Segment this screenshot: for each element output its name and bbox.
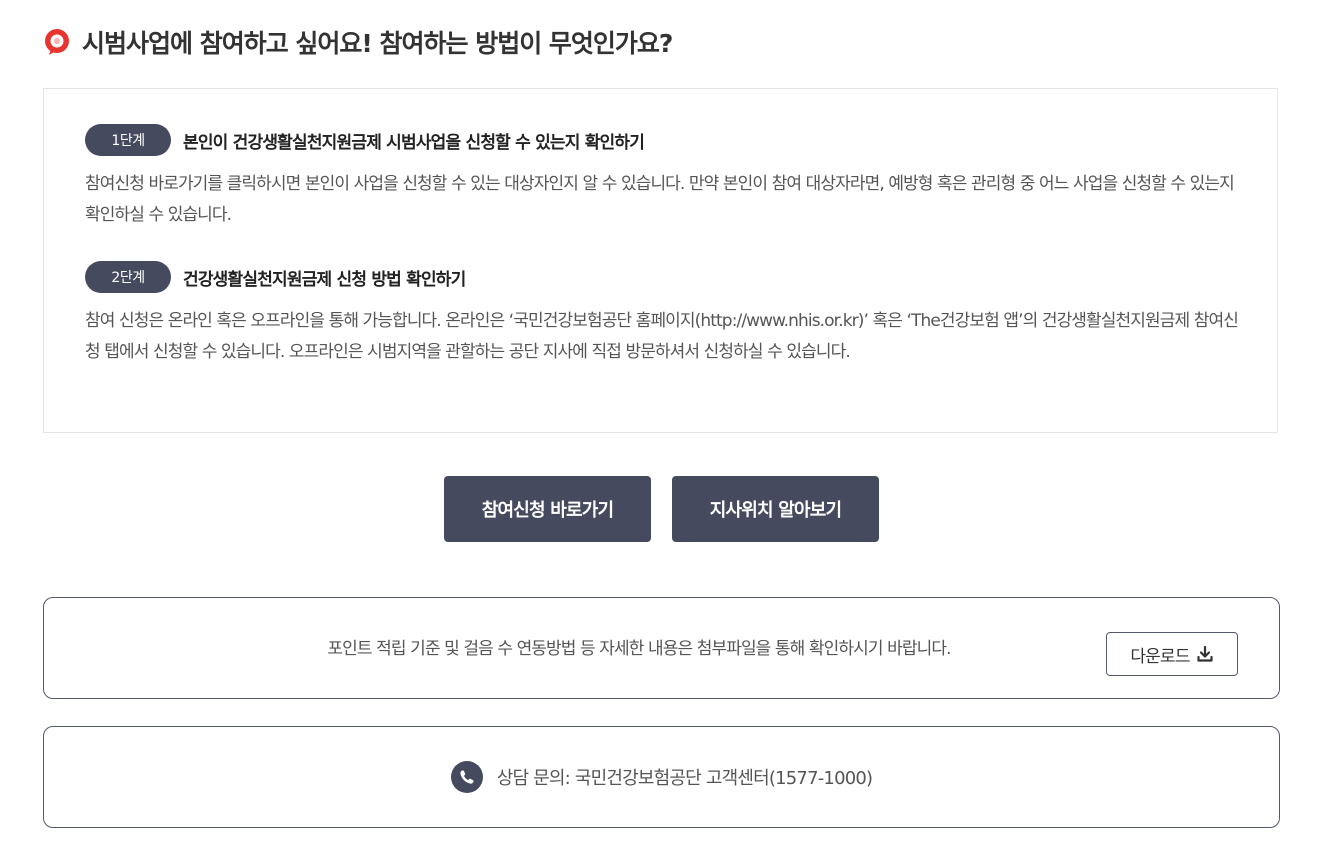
phone-icon (450, 761, 483, 793)
step-1: 1단계 본인이 건강생활실천지원금제 시범사업을 신청할 수 있는지 확인하기 … (85, 123, 1245, 231)
step-badge: 1단계 (85, 124, 171, 156)
speech-bubble-icon (45, 29, 69, 55)
download-label: 다운로드 (1130, 646, 1190, 667)
action-buttons: 참여신청 바로가기 지사위치 알아보기 (0, 476, 1319, 542)
step-description: 참여신청 바로가기를 클릭하시면 본인이 사업을 신청할 수 있는 대상자인지 … (85, 174, 1235, 225)
download-icon (1197, 645, 1213, 662)
step-badge: 2단계 (85, 261, 171, 293)
page-heading: 시범사업에 참여하고 싶어요! 참여하는 방법이 무엇인가요? (42, 24, 673, 60)
branch-location-button[interactable]: 지사위치 알아보기 (672, 476, 879, 542)
notice-text: 포인트 적립 기준 및 걸음 수 연동방법 등 자세한 내용은 첨부파일을 통해… (327, 639, 951, 659)
step-title: 본인이 건강생활실천지원금제 시범사업을 신청할 수 있는지 확인하기 (183, 132, 645, 153)
step-description: 참여 신청은 온라인 혹은 오프라인을 통해 가능합니다. 온라인은 ‘국민건강… (85, 311, 1239, 362)
step-2: 2단계 건강생활실천지원금제 신청 방법 확인하기 참여 신청은 온라인 혹은 … (85, 260, 1245, 368)
attachment-notice: 포인트 적립 기준 및 걸음 수 연동방법 등 자세한 내용은 첨부파일을 통해… (43, 597, 1280, 699)
contact-info: 상담 문의: 국민건강보험공단 고객센터(1577-1000) (43, 726, 1280, 828)
page-title: 시범사업에 참여하고 싶어요! 참여하는 방법이 무엇인가요? (82, 29, 673, 58)
apply-shortcut-button[interactable]: 참여신청 바로가기 (444, 476, 651, 542)
contact-text: 상담 문의: 국민건강보험공단 고객센터(1577-1000) (496, 768, 873, 789)
download-button[interactable]: 다운로드 (1106, 632, 1238, 676)
step-title: 건강생활실천지원금제 신청 방법 확인하기 (183, 269, 466, 290)
steps-panel: 1단계 본인이 건강생활실천지원금제 시범사업을 신청할 수 있는지 확인하기 … (43, 88, 1278, 433)
